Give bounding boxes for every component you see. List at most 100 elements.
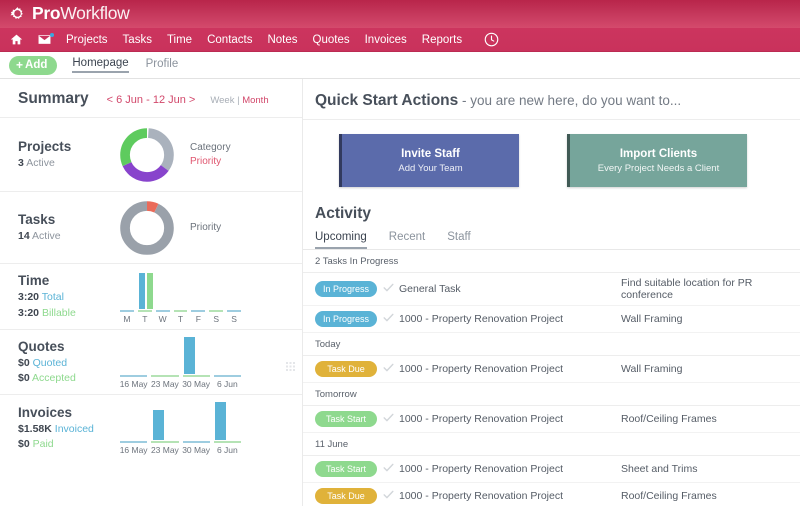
axis-tick: 23 May <box>149 375 180 389</box>
projects-donut[interactable] <box>118 126 176 184</box>
summary-row-quotes[interactable]: Quotes $0 Quoted $0 Accepted 16 May 23 M… <box>0 330 302 395</box>
time-axis: M T W T F S S <box>118 309 243 324</box>
activity-description: Wall Framing <box>621 363 683 375</box>
app-logo[interactable]: ProWorkflow <box>9 5 130 23</box>
projects-stat-label: Active <box>26 157 55 169</box>
nav-item-time[interactable]: Time <box>167 34 192 46</box>
quotes-quoted-value: $0 <box>18 356 30 369</box>
activity-group-heading: 2 Tasks In Progress <box>303 250 800 273</box>
activity-group-heading: Tomorrow <box>303 383 800 406</box>
page-body: Summary < 6 Jun - 12 Jun > Week | Month … <box>0 79 800 506</box>
tab-upcoming[interactable]: Upcoming <box>315 231 367 249</box>
time-stat-billable: 3:20 Billable <box>18 306 118 321</box>
projects-title: Projects <box>18 138 72 154</box>
axis-tick: T <box>172 309 190 324</box>
quotes-bars-plot <box>118 336 243 374</box>
logo-text-light: Workflow <box>60 3 130 24</box>
checkmark-icon[interactable] <box>377 410 399 428</box>
axis-tick: M <box>118 309 136 324</box>
invite-staff-subtitle: Add Your Team <box>398 162 463 174</box>
invoices-paid-value: $0 <box>18 438 30 451</box>
axis-label: 16 May <box>119 379 148 389</box>
activity-description: Find suitable location for PR conference <box>621 277 753 301</box>
checkmark-icon[interactable] <box>377 310 399 328</box>
home-icon[interactable] <box>10 33 23 46</box>
add-button-label: Add <box>25 59 48 71</box>
axis-tick: 30 May <box>181 375 212 389</box>
bar-invoices-6jun <box>215 402 226 440</box>
activity-row[interactable]: In Progress General Task Find suitable l… <box>303 273 800 306</box>
activity-row[interactable]: Task Start 1000 - Property Renovation Pr… <box>303 406 800 433</box>
nav-item-reports[interactable]: Reports <box>422 34 462 46</box>
nav-item-projects[interactable]: Projects <box>66 34 108 46</box>
activity-description: Sheet and Trims <box>621 463 698 475</box>
status-badge: In Progress <box>315 281 377 297</box>
tasks-chart-area: Priority <box>118 199 302 257</box>
period-month[interactable]: Month <box>242 95 268 106</box>
nav-item-quotes[interactable]: Quotes <box>313 34 350 46</box>
summary-row-projects[interactable]: Projects 3 Active Category Priority <box>0 118 302 192</box>
tasks-stat-label: Active <box>32 230 61 242</box>
mail-icon[interactable] <box>38 33 54 45</box>
time-billable-label: Billable <box>41 306 76 319</box>
tab-recent[interactable]: Recent <box>389 231 425 249</box>
axis-tick: 16 May <box>118 375 149 389</box>
checkmark-icon[interactable] <box>377 360 399 378</box>
axis-label: 23 May <box>150 379 179 389</box>
axis-label: 6 Jun <box>216 445 238 455</box>
nav-item-tasks[interactable]: Tasks <box>123 34 152 46</box>
time-bar-chart[interactable]: M T W T F S S <box>118 271 243 324</box>
logo-text: ProWorkflow <box>32 5 130 23</box>
invoices-title: Invoices <box>18 404 73 420</box>
quotes-bar-chart[interactable]: 16 May 23 May 30 May 6 Jun <box>118 336 243 389</box>
checkmark-icon[interactable] <box>377 487 399 505</box>
invite-staff-button[interactable]: Invite Staff Add Your Team <box>339 134 519 187</box>
activity-row[interactable]: Task Start 1000 - Property Renovation Pr… <box>303 456 800 483</box>
quickstart-header: Quick Start Actions - you are new here, … <box>303 79 800 120</box>
main-navigation: Projects Tasks Time Contacts Notes Quote… <box>0 28 800 52</box>
tasks-donut[interactable] <box>118 199 176 257</box>
nav-item-invoices[interactable]: Invoices <box>365 34 407 46</box>
tasks-legend: Priority <box>190 221 221 235</box>
nav-item-contacts[interactable]: Contacts <box>207 34 252 46</box>
projects-legend-priority[interactable]: Priority <box>190 155 231 169</box>
summary-period-toggle[interactable]: Week | Month <box>210 95 268 106</box>
summary-row-time[interactable]: Time 3:20 Total 3:20 Billable M T W T F <box>0 264 302 330</box>
tasks-label-block: Tasks 14 Active <box>18 211 118 244</box>
tasks-legend-priority[interactable]: Priority <box>190 221 221 235</box>
summary-row-invoices[interactable]: Invoices $1.58K Invoiced $0 Paid 16 May … <box>0 395 302 461</box>
quotes-stat-quoted: $0 Quoted <box>18 356 118 371</box>
tab-staff[interactable]: Staff <box>447 231 470 249</box>
period-week[interactable]: Week <box>210 95 234 106</box>
clock-icon[interactable] <box>484 32 499 47</box>
checkmark-icon[interactable] <box>377 460 399 478</box>
projects-stat: 3 Active <box>18 156 118 171</box>
main-content: Quick Start Actions - you are new here, … <box>303 79 800 506</box>
axis-label: W <box>158 313 167 324</box>
nav-item-notes[interactable]: Notes <box>267 34 297 46</box>
time-title: Time <box>18 273 50 289</box>
time-bars-plot <box>118 271 243 309</box>
invoices-bar-chart[interactable]: 16 May 23 May 30 May 6 Jun <box>118 402 243 455</box>
summary-sidebar: Summary < 6 Jun - 12 Jun > Week | Month … <box>0 79 303 506</box>
import-clients-subtitle: Every Project Needs a Client <box>597 162 720 174</box>
invoices-invoiced-value: $1.58K <box>18 422 52 435</box>
checkmark-icon[interactable] <box>377 280 399 298</box>
summary-row-tasks[interactable]: Tasks 14 Active Priority <box>0 192 302 264</box>
activity-row[interactable]: Task Due 1000 - Property Renovation Proj… <box>303 356 800 383</box>
tab-profile[interactable]: Profile <box>146 58 179 72</box>
activity-row[interactable]: In Progress 1000 - Property Renovation P… <box>303 306 800 333</box>
summary-date-range[interactable]: < 6 Jun - 12 Jun > <box>107 94 196 106</box>
add-button[interactable]: + Add <box>9 55 58 75</box>
activity-row[interactable]: Task Due 1000 - Property Renovation Proj… <box>303 483 800 506</box>
projects-legend: Category Priority <box>190 141 231 168</box>
projects-legend-category[interactable]: Category <box>190 141 231 155</box>
activity-project: 1000 - Property Renovation Project <box>399 463 564 475</box>
tab-homepage[interactable]: Homepage <box>72 57 129 73</box>
drag-handle-icon[interactable] <box>286 358 295 371</box>
import-clients-button[interactable]: Import Clients Every Project Needs a Cli… <box>567 134 747 187</box>
quotes-stat-accepted: $0 Accepted <box>18 371 118 386</box>
mail-notification-badge <box>50 33 54 37</box>
axis-label: 6 Jun <box>216 379 238 389</box>
status-badge: Task Start <box>315 461 377 477</box>
